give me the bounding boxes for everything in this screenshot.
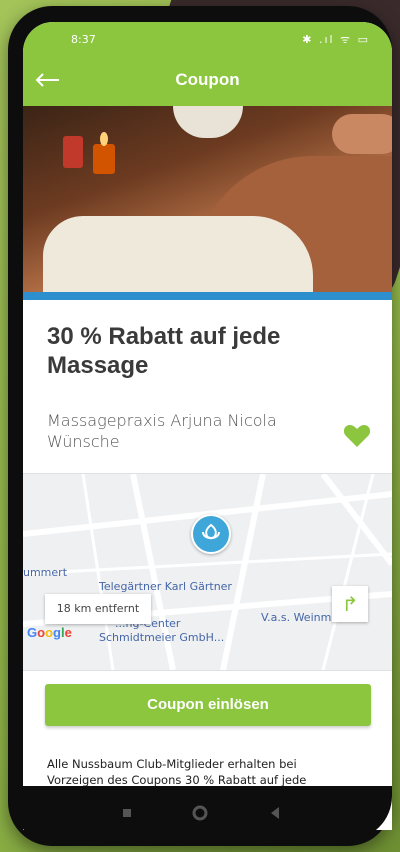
map-poi-label: ummert: [23, 566, 68, 579]
android-nav-bar: [8, 786, 392, 840]
map-poi-label: Telegärtner Karl Gärtner: [99, 580, 232, 593]
merchant-name[interactable]: Massagepraxis Arjuna Nicola Wünsche: [47, 410, 317, 452]
status-bar: 8:37 ✱ .ıl ᯤ ▭: [23, 22, 392, 56]
hand-shape: [332, 114, 392, 154]
bowl-shape: [173, 106, 243, 138]
map-poi-label: V.a.s. Weinm: [261, 611, 332, 624]
location-pin[interactable]: [191, 514, 231, 554]
recent-apps-icon[interactable]: [116, 802, 138, 824]
back-icon[interactable]: [264, 802, 286, 824]
app-screen: 8:37 ✱ .ıl ᯤ ▭ Coupon 30 % Rabatt auf je…: [23, 22, 392, 830]
coupon-headline: 30 % Rabatt auf jede Massage: [47, 323, 281, 379]
favorite-heart-icon[interactable]: [343, 423, 371, 449]
candle-shape: [93, 144, 115, 174]
page-title: Coupon: [175, 70, 240, 89]
towel-shape: [43, 216, 313, 292]
hero-accent-strip: [23, 292, 392, 300]
coupon-hero-image: [23, 106, 392, 292]
home-icon[interactable]: [189, 802, 211, 824]
app-bar: Coupon: [23, 56, 392, 106]
google-logo: Google: [27, 625, 72, 640]
status-time: 8:37: [71, 33, 96, 46]
status-icons: ✱ .ıl ᯤ ▭: [302, 33, 370, 46]
redeem-coupon-button[interactable]: Coupon einlösen: [45, 684, 371, 726]
candle-shape: [63, 136, 83, 168]
location-map[interactable]: ummert Telegärtner Karl Gärtner V.a.s. W…: [23, 473, 392, 671]
flame-shape: [100, 132, 108, 146]
distance-badge: 18 km entfernt: [45, 594, 151, 624]
map-poi-label: Schmidtmeier GmbH...: [99, 631, 225, 644]
directions-icon[interactable]: ↱: [332, 586, 368, 622]
